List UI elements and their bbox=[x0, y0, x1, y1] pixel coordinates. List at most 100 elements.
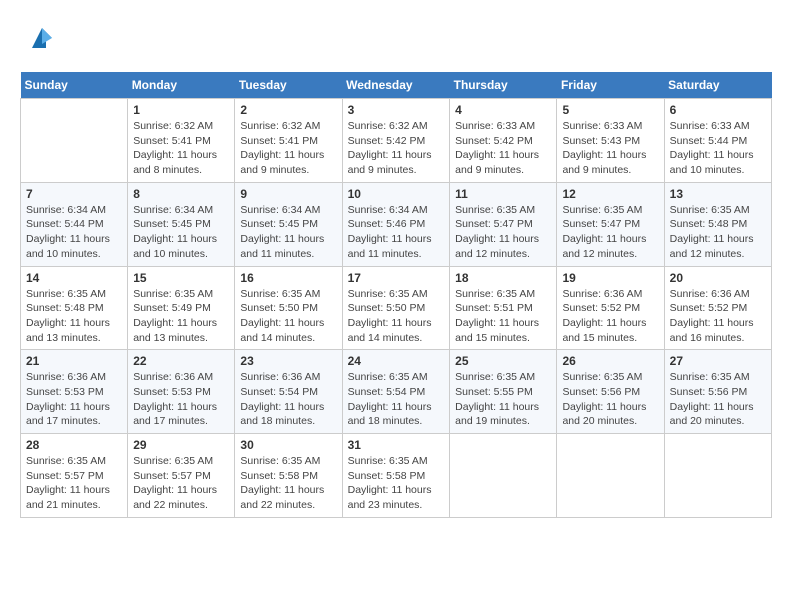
calendar-cell: 8 Sunrise: 6:34 AMSunset: 5:45 PMDaylight… bbox=[128, 182, 235, 266]
day-header-tuesday: Tuesday bbox=[235, 72, 342, 99]
day-info: Sunrise: 6:36 AMSunset: 5:52 PMDaylight:… bbox=[670, 287, 766, 346]
logo bbox=[20, 20, 60, 56]
day-header-thursday: Thursday bbox=[450, 72, 557, 99]
day-info: Sunrise: 6:35 AMSunset: 5:58 PMDaylight:… bbox=[348, 454, 445, 513]
day-info: Sunrise: 6:36 AMSunset: 5:52 PMDaylight:… bbox=[562, 287, 658, 346]
day-number: 16 bbox=[240, 271, 336, 285]
day-number: 13 bbox=[670, 187, 766, 201]
day-info: Sunrise: 6:35 AMSunset: 5:57 PMDaylight:… bbox=[26, 454, 122, 513]
calendar-cell: 23Sunrise: 6:36 AMSunset: 5:54 PMDayligh… bbox=[235, 350, 342, 434]
calendar-cell: 19 Sunrise: 6:36 AMSunset: 5:52 PMDayligh… bbox=[557, 266, 664, 350]
day-info: Sunrise: 6:34 AMSunset: 5:45 PMDaylight:… bbox=[133, 203, 229, 262]
day-number: 19 bbox=[562, 271, 658, 285]
day-number: 7 bbox=[26, 187, 122, 201]
day-number: 20 bbox=[670, 271, 766, 285]
day-info: Sunrise: 6:33 AMSunset: 5:42 PMDaylight:… bbox=[455, 119, 551, 178]
day-number: 15 bbox=[133, 271, 229, 285]
calendar-cell: 27 Sunrise: 6:35 AMSunset: 5:56 PMDayligh… bbox=[664, 350, 771, 434]
calendar-cell: 4 Sunrise: 6:33 AMSunset: 5:42 PMDaylight… bbox=[450, 99, 557, 183]
calendar-cell: 9 Sunrise: 6:34 AMSunset: 5:45 PMDaylight… bbox=[235, 182, 342, 266]
calendar-cell bbox=[21, 99, 128, 183]
calendar-cell: 7 Sunrise: 6:34 AMSunset: 5:44 PMDaylight… bbox=[21, 182, 128, 266]
day-number: 14 bbox=[26, 271, 122, 285]
day-number: 29 bbox=[133, 438, 229, 452]
calendar-cell: 30 Sunrise: 6:35 AMSunset: 5:58 PMDayligh… bbox=[235, 434, 342, 518]
logo-icon bbox=[24, 20, 60, 56]
day-number: 21 bbox=[26, 354, 122, 368]
calendar-cell: 6 Sunrise: 6:33 AMSunset: 5:44 PMDaylight… bbox=[664, 99, 771, 183]
calendar-cell: 24 Sunrise: 6:35 AMSunset: 5:54 PMDayligh… bbox=[342, 350, 450, 434]
calendar-cell: 2 Sunrise: 6:32 AMSunset: 5:41 PMDaylight… bbox=[235, 99, 342, 183]
day-number: 17 bbox=[348, 271, 445, 285]
calendar-cell: 31 Sunrise: 6:35 AMSunset: 5:58 PMDayligh… bbox=[342, 434, 450, 518]
calendar-cell bbox=[450, 434, 557, 518]
day-info: Sunrise: 6:32 AMSunset: 5:42 PMDaylight:… bbox=[348, 119, 445, 178]
calendar-cell: 17 Sunrise: 6:35 AMSunset: 5:50 PMDayligh… bbox=[342, 266, 450, 350]
calendar-cell: 12 Sunrise: 6:35 AMSunset: 5:47 PMDayligh… bbox=[557, 182, 664, 266]
calendar-cell: 3Sunrise: 6:32 AMSunset: 5:42 PMDaylight… bbox=[342, 99, 450, 183]
day-header-friday: Friday bbox=[557, 72, 664, 99]
day-header-monday: Monday bbox=[128, 72, 235, 99]
day-number: 6 bbox=[670, 103, 766, 117]
calendar-cell: 13 Sunrise: 6:35 AMSunset: 5:48 PMDayligh… bbox=[664, 182, 771, 266]
calendar-cell: 20 Sunrise: 6:36 AMSunset: 5:52 PMDayligh… bbox=[664, 266, 771, 350]
day-info: Sunrise: 6:35 AMSunset: 5:47 PMDaylight:… bbox=[455, 203, 551, 262]
day-number: 2 bbox=[240, 103, 336, 117]
calendar-cell: 16Sunrise: 6:35 AMSunset: 5:50 PMDayligh… bbox=[235, 266, 342, 350]
day-header-sunday: Sunday bbox=[21, 72, 128, 99]
calendar-cell: 22 Sunrise: 6:36 AMSunset: 5:53 PMDayligh… bbox=[128, 350, 235, 434]
day-header-saturday: Saturday bbox=[664, 72, 771, 99]
calendar-cell: 14 Sunrise: 6:35 AMSunset: 5:48 PMDayligh… bbox=[21, 266, 128, 350]
day-header-wednesday: Wednesday bbox=[342, 72, 450, 99]
calendar-cell: 11 Sunrise: 6:35 AMSunset: 5:47 PMDayligh… bbox=[450, 182, 557, 266]
day-info: Sunrise: 6:36 AMSunset: 5:54 PMDaylight:… bbox=[240, 370, 336, 429]
day-info: Sunrise: 6:33 AMSunset: 5:43 PMDaylight:… bbox=[562, 119, 658, 178]
day-number: 8 bbox=[133, 187, 229, 201]
day-info: Sunrise: 6:35 AMSunset: 5:54 PMDaylight:… bbox=[348, 370, 445, 429]
calendar-week-row: 1 Sunrise: 6:32 AMSunset: 5:41 PMDaylight… bbox=[21, 99, 772, 183]
day-info: Sunrise: 6:34 AMSunset: 5:45 PMDaylight:… bbox=[240, 203, 336, 262]
day-number: 27 bbox=[670, 354, 766, 368]
day-number: 18 bbox=[455, 271, 551, 285]
day-info: Sunrise: 6:35 AMSunset: 5:56 PMDaylight:… bbox=[670, 370, 766, 429]
calendar-week-row: 28 Sunrise: 6:35 AMSunset: 5:57 PMDayligh… bbox=[21, 434, 772, 518]
calendar-cell: 29Sunrise: 6:35 AMSunset: 5:57 PMDayligh… bbox=[128, 434, 235, 518]
day-info: Sunrise: 6:35 AMSunset: 5:49 PMDaylight:… bbox=[133, 287, 229, 346]
calendar-cell: 1Sunrise: 6:32 AMSunset: 5:41 PMDaylight… bbox=[128, 99, 235, 183]
calendar-cell: 21Sunrise: 6:36 AMSunset: 5:53 PMDayligh… bbox=[21, 350, 128, 434]
day-number: 31 bbox=[348, 438, 445, 452]
day-info: Sunrise: 6:34 AMSunset: 5:44 PMDaylight:… bbox=[26, 203, 122, 262]
day-info: Sunrise: 6:35 AMSunset: 5:50 PMDaylight:… bbox=[348, 287, 445, 346]
day-number: 9 bbox=[240, 187, 336, 201]
calendar-week-row: 7 Sunrise: 6:34 AMSunset: 5:44 PMDaylight… bbox=[21, 182, 772, 266]
calendar-cell: 28 Sunrise: 6:35 AMSunset: 5:57 PMDayligh… bbox=[21, 434, 128, 518]
day-number: 28 bbox=[26, 438, 122, 452]
day-info: Sunrise: 6:35 AMSunset: 5:48 PMDaylight:… bbox=[670, 203, 766, 262]
day-number: 4 bbox=[455, 103, 551, 117]
day-info: Sunrise: 6:36 AMSunset: 5:53 PMDaylight:… bbox=[133, 370, 229, 429]
day-number: 26 bbox=[562, 354, 658, 368]
day-info: Sunrise: 6:35 AMSunset: 5:47 PMDaylight:… bbox=[562, 203, 658, 262]
calendar-cell bbox=[664, 434, 771, 518]
page-header bbox=[20, 20, 772, 56]
calendar-cell: 5Sunrise: 6:33 AMSunset: 5:43 PMDaylight… bbox=[557, 99, 664, 183]
day-info: Sunrise: 6:35 AMSunset: 5:55 PMDaylight:… bbox=[455, 370, 551, 429]
calendar-cell: 26 Sunrise: 6:35 AMSunset: 5:56 PMDayligh… bbox=[557, 350, 664, 434]
day-info: Sunrise: 6:32 AMSunset: 5:41 PMDaylight:… bbox=[240, 119, 336, 178]
day-number: 11 bbox=[455, 187, 551, 201]
calendar-cell bbox=[557, 434, 664, 518]
day-number: 12 bbox=[562, 187, 658, 201]
day-info: Sunrise: 6:35 AMSunset: 5:58 PMDaylight:… bbox=[240, 454, 336, 513]
day-number: 22 bbox=[133, 354, 229, 368]
day-info: Sunrise: 6:35 AMSunset: 5:56 PMDaylight:… bbox=[562, 370, 658, 429]
day-info: Sunrise: 6:33 AMSunset: 5:44 PMDaylight:… bbox=[670, 119, 766, 178]
day-number: 24 bbox=[348, 354, 445, 368]
day-number: 30 bbox=[240, 438, 336, 452]
calendar-cell: 10Sunrise: 6:34 AMSunset: 5:46 PMDayligh… bbox=[342, 182, 450, 266]
calendar-week-row: 14 Sunrise: 6:35 AMSunset: 5:48 PMDayligh… bbox=[21, 266, 772, 350]
day-info: Sunrise: 6:35 AMSunset: 5:48 PMDaylight:… bbox=[26, 287, 122, 346]
calendar-table: SundayMondayTuesdayWednesdayThursdayFrid… bbox=[20, 72, 772, 518]
day-number: 1 bbox=[133, 103, 229, 117]
day-number: 25 bbox=[455, 354, 551, 368]
calendar-week-row: 21 Sunrise: 6:36 AMSunset: 5:53 PMDayligh… bbox=[21, 350, 772, 434]
